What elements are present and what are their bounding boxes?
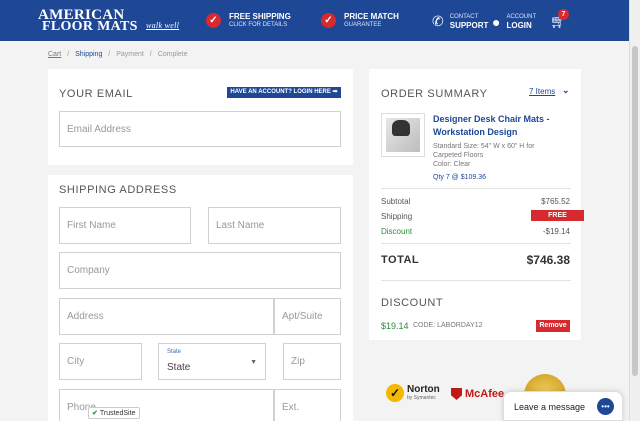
discount-value: -$19.14 xyxy=(542,227,570,236)
chair-image xyxy=(392,120,410,136)
account-login-link[interactable]: ● ACCOUNT LOGIN xyxy=(492,13,537,31)
zip-field[interactable]: Zip xyxy=(283,343,341,380)
shipping-free-tag: FREE xyxy=(531,210,584,221)
chat-label: Leave a message xyxy=(514,402,586,412)
breadcrumb-payment: Payment xyxy=(116,51,144,58)
price-match-title: PRICE MATCH xyxy=(344,12,399,21)
login-label: LOGIN xyxy=(506,21,532,30)
norton-badge[interactable]: ✓ Norton by Symantec xyxy=(386,384,440,402)
email-section-title: YOUR EMAIL xyxy=(59,88,133,100)
breadcrumb-separator: / xyxy=(67,51,70,58)
discount-code: CODE: LABORDAY12 xyxy=(413,322,483,329)
scrollbar-thumb[interactable] xyxy=(632,46,638,376)
city-field[interactable]: City xyxy=(59,343,142,380)
site-header: AMERICAN FLOOR MATS walk well ✓ FREE SHI… xyxy=(0,0,640,41)
discount-section-title: DISCOUNT xyxy=(381,297,444,309)
remove-discount-button[interactable]: Remove xyxy=(536,320,570,332)
product-quantity: Qty 7 @ $109.36 xyxy=(433,174,487,181)
contact-label: CONTACT xyxy=(449,14,479,20)
divider xyxy=(381,280,571,281)
price-match-subtitle: GUARANTEE xyxy=(344,22,382,28)
product-color: Color: Clear xyxy=(433,161,471,168)
checkmark-icon: ✓ xyxy=(206,13,221,28)
last-name-field[interactable]: Last Name xyxy=(208,207,341,244)
cart-count-badge: 7 xyxy=(558,9,569,20)
breadcrumb-cart[interactable]: Cart xyxy=(48,51,61,58)
trusted-site-badge[interactable]: ✔ TrustedSite xyxy=(88,407,140,419)
login-here-button[interactable]: HAVE AN ACCOUNT? LOGIN HERE ➡ xyxy=(227,87,341,98)
free-shipping-title: FREE SHIPPING xyxy=(229,12,291,21)
logo-tagline: walk well xyxy=(146,21,180,30)
items-toggle-link[interactable]: 7 Items xyxy=(529,87,555,96)
total-label: TOTAL xyxy=(381,254,420,266)
free-shipping-subtitle: CLICK FOR DETAILS xyxy=(229,22,288,28)
user-icon: ● xyxy=(492,13,501,30)
discount-label: Discount xyxy=(381,227,413,236)
breadcrumb-separator: / xyxy=(108,51,111,58)
norton-label: Norton xyxy=(407,384,440,395)
chevron-down-icon[interactable]: ⌄ xyxy=(562,85,570,96)
chat-widget[interactable]: Leave a message ••• xyxy=(503,391,623,421)
dropdown-caret-icon: ▼ xyxy=(250,359,257,366)
breadcrumb: Cart / Shipping / Payment / Complete xyxy=(48,51,192,58)
divider xyxy=(381,243,571,244)
contact-support-link[interactable]: ✆ CONTACT SUPPORT xyxy=(432,13,488,30)
discount-amount: $19.14 xyxy=(381,321,409,331)
check-icon: ✔ xyxy=(92,410,98,417)
subtotal-value: $765.52 xyxy=(541,197,570,206)
apt-suite-field[interactable]: Apt/Suite xyxy=(274,298,341,335)
state-select-value: State xyxy=(167,362,191,373)
breadcrumb-separator: / xyxy=(149,51,152,58)
chat-bubble-icon: ••• xyxy=(597,398,614,415)
total-value: $746.38 xyxy=(526,253,570,267)
account-label: ACCOUNT xyxy=(506,14,537,20)
company-field[interactable]: Company xyxy=(59,252,341,289)
mcafee-badge[interactable]: McAfee xyxy=(451,388,504,400)
product-size: Standard Size: 54" W x 60" H for Carpete… xyxy=(433,143,535,159)
first-name-field[interactable]: First Name xyxy=(59,207,191,244)
trusted-site-label: TrustedSite xyxy=(99,410,136,417)
state-select[interactable]: State State ▼ xyxy=(158,343,266,380)
free-shipping-promo[interactable]: ✓ FREE SHIPPING CLICK FOR DETAILS xyxy=(206,12,291,29)
email-field[interactable]: Email Address xyxy=(59,111,341,147)
support-label: SUPPORT xyxy=(449,21,489,30)
shipping-label: Shipping xyxy=(381,212,413,221)
phone-ext-field[interactable]: Ext. xyxy=(274,389,341,421)
logo-line-2: FLOOR MATS xyxy=(42,19,138,34)
address-field[interactable]: Address xyxy=(59,298,274,335)
state-select-label: State xyxy=(167,349,182,355)
site-logo[interactable]: AMERICAN FLOOR MATS walk well xyxy=(38,8,179,34)
product-name-link[interactable]: Designer Desk Chair Mats - Workstation D… xyxy=(433,113,573,139)
order-summary-title: ORDER SUMMARY xyxy=(381,88,488,100)
checkmark-icon: ✓ xyxy=(321,13,336,28)
product-thumbnail[interactable] xyxy=(381,113,425,157)
cart-button[interactable]: 🛒︎ 7 xyxy=(550,9,569,30)
breadcrumb-complete: Complete xyxy=(157,51,188,58)
mcafee-shield-icon xyxy=(451,388,462,400)
subtotal-label: Subtotal xyxy=(381,197,411,206)
norton-check-icon: ✓ xyxy=(386,384,404,402)
phone-icon: ✆ xyxy=(432,13,444,29)
breadcrumb-shipping: Shipping xyxy=(75,51,103,58)
shipping-section-title: SHIPPING ADDRESS xyxy=(59,184,177,196)
mcafee-label: McAfee xyxy=(465,388,505,400)
page-scrollbar[interactable] xyxy=(629,0,640,421)
divider xyxy=(381,188,571,189)
norton-by-label: by Symantec xyxy=(407,395,436,401)
price-match-promo[interactable]: ✓ PRICE MATCH GUARANTEE xyxy=(321,12,399,29)
